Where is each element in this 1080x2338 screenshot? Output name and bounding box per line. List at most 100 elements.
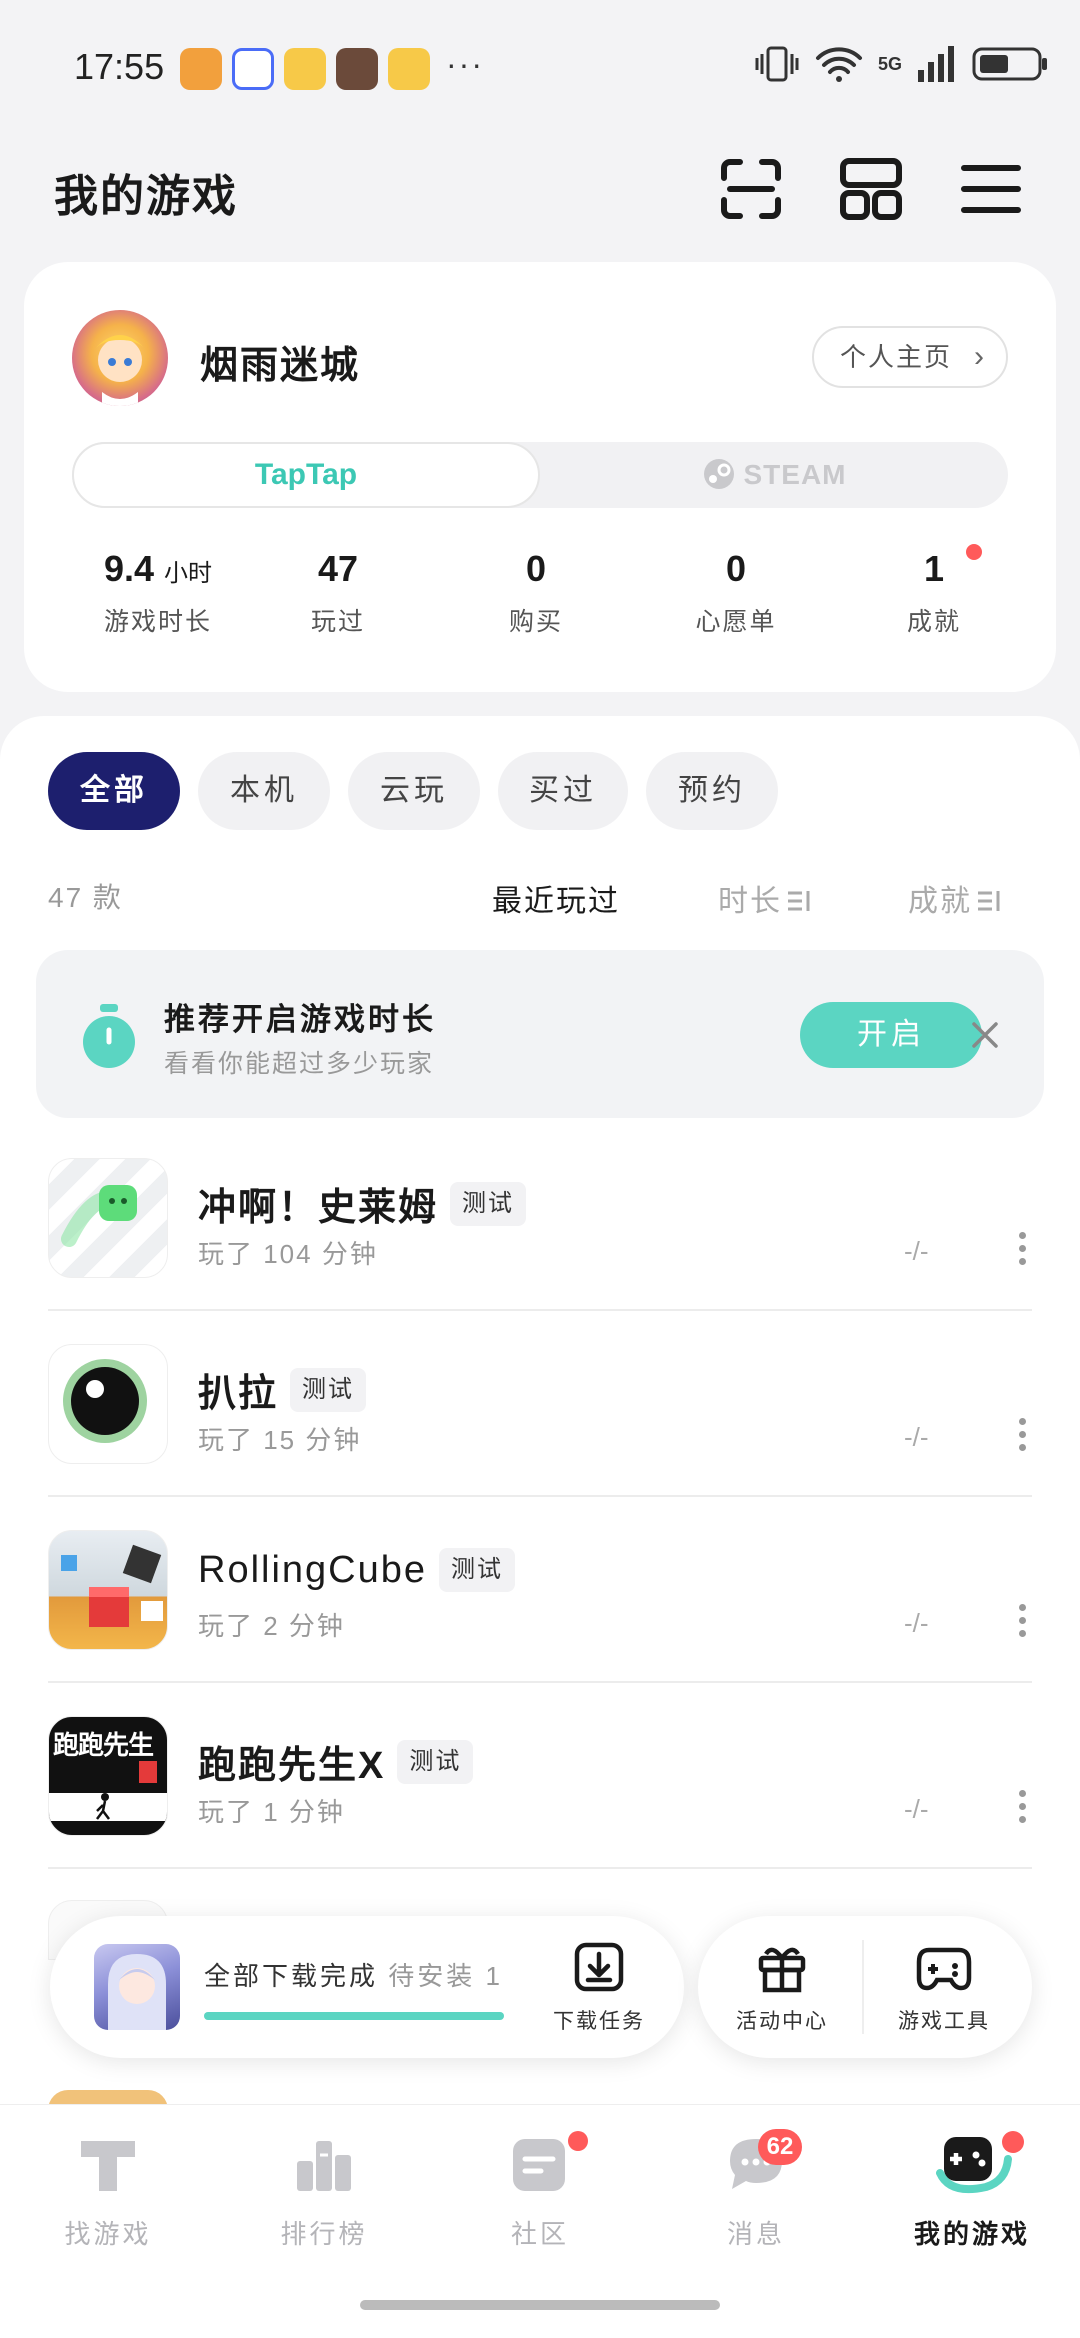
game-playtime: 玩了 2 分钟	[198, 1611, 345, 1641]
game-playtime: 玩了 1 分钟	[198, 1797, 345, 1827]
chevron-right-icon: ›	[974, 340, 986, 373]
game-playtime: 玩了 104 分钟	[198, 1239, 378, 1269]
game-name: 扒拉	[198, 1373, 279, 1415]
my-games-icon	[936, 2137, 1012, 2194]
enable-playtime-button[interactable]: 开启	[800, 1002, 982, 1068]
nav-messages[interactable]: 62 消息	[656, 2129, 856, 2251]
sort-achievement-label: 成就	[908, 885, 972, 918]
nav-rankings-label: 排行榜	[280, 2219, 368, 2249]
status-bar: 17:55 ··· 5G	[0, 0, 1080, 130]
game-icon	[48, 1158, 168, 1278]
game-row-rollingcube[interactable]: RollingCube 测试 玩了 2 分钟 -/-	[0, 1530, 1080, 1716]
username: 烟雨迷城	[200, 345, 361, 387]
stat-purchased[interactable]: 0 购买	[436, 548, 636, 638]
game-tools-button[interactable]: 游戏工具	[874, 1940, 1014, 2035]
gift-icon	[758, 1947, 806, 1993]
more-options-icon[interactable]	[1016, 1232, 1028, 1266]
more-options-icon[interactable]	[1016, 1604, 1028, 1638]
taptap-t-icon	[81, 2141, 135, 2191]
filter-reserved[interactable]: 预约	[646, 752, 778, 830]
stat-achievements[interactable]: 1 成就	[834, 548, 1034, 638]
stat-played-label: 玩过	[310, 608, 365, 636]
test-tag: 测试	[397, 1739, 474, 1784]
promo-title: 推荐开启游戏时长	[164, 1002, 436, 1037]
game-name-row: RollingCube 测试	[198, 1548, 516, 1592]
divider	[48, 1495, 1032, 1497]
stat-playtime[interactable]: 9.4 小时 游戏时长	[58, 548, 258, 638]
sort-duration-label: 时长	[718, 885, 782, 918]
sort-achievement[interactable]: 成就	[908, 876, 1002, 920]
runner-icon	[96, 1793, 110, 1820]
game-name-row: 扒拉 测试	[198, 1362, 367, 1417]
menu-icon[interactable]	[958, 156, 1024, 222]
filter-cloud[interactable]: 云玩	[348, 752, 480, 830]
tab-steam[interactable]: STEAM	[540, 442, 1008, 508]
download-pending: 待安装 1	[388, 1961, 503, 1991]
character-thumbnail	[108, 1954, 166, 2030]
tab-taptap[interactable]: TapTap	[72, 442, 540, 508]
profile-home-button[interactable]: 个人主页 ›	[811, 326, 1008, 388]
sort-recent[interactable]: 最近玩过	[492, 876, 620, 920]
divider	[48, 1309, 1032, 1311]
wifi-icon	[815, 47, 862, 82]
game-icon	[48, 1344, 168, 1464]
grid-icon[interactable]	[838, 156, 904, 222]
stat-played-value: 47	[317, 548, 359, 589]
stat-played[interactable]: 47 玩过	[238, 548, 438, 638]
cube-icon	[61, 1544, 163, 1627]
nav-my-games-label: 我的游戏	[913, 2219, 1030, 2249]
community-red-dot	[568, 2131, 588, 2151]
nav-my-games[interactable]: 我的游戏	[872, 2129, 1072, 2251]
steam-icon	[703, 459, 734, 489]
game-tools-label: 游戏工具	[898, 2010, 990, 2033]
close-icon[interactable]	[970, 1020, 1000, 1050]
page-title: 我的游戏	[54, 172, 238, 221]
stat-wishlist[interactable]: 0 心愿单	[636, 548, 836, 638]
home-indicator[interactable]	[360, 2300, 720, 2310]
promo-subtitle: 看看你能超过多少玩家	[164, 1050, 435, 1078]
download-status-pill[interactable]: 全部下载完成 待安装 1 下载任务	[50, 1916, 684, 2058]
sort-duration[interactable]: 时长	[718, 876, 812, 920]
platform-toggle: TapTap STEAM	[72, 442, 1008, 508]
filter-local[interactable]: 本机	[198, 752, 330, 830]
stat-purchased-label: 购买	[508, 608, 563, 636]
nav-community[interactable]: 社区	[440, 2129, 640, 2251]
vibrate-icon	[755, 46, 799, 82]
game-row-chongaslime[interactable]: 冲啊！史莱姆 测试 玩了 104 分钟 -/-	[0, 1158, 1080, 1344]
nav-find-games[interactable]: 找游戏	[8, 2129, 208, 2251]
battery-icon	[972, 47, 1047, 81]
avatar[interactable]	[72, 310, 168, 406]
game-icon	[48, 1530, 168, 1650]
game-row-paopao[interactable]: 跑跑先生 跑跑先生X 测试 玩了 1 分钟 -/-	[0, 1716, 1080, 1902]
divider	[48, 1867, 1032, 1869]
signal-icon	[918, 46, 954, 82]
more-options-icon[interactable]	[1016, 1790, 1028, 1824]
download-task-button[interactable]: 下载任务	[544, 1940, 654, 2035]
filter-all[interactable]: 全部	[48, 752, 180, 830]
stat-achievements-label: 成就	[906, 608, 961, 636]
tab-steam-label: STEAM	[743, 459, 847, 490]
nav-messages-label: 消息	[726, 2219, 785, 2249]
profile-card: 烟雨迷城 个人主页 › TapTap STEAM 9.4 小时 游戏时长 47 …	[24, 262, 1056, 692]
nav-rankings[interactable]: 排行榜	[224, 2129, 424, 2251]
game-name: 冲啊！史莱姆	[198, 1187, 439, 1229]
more-options-icon[interactable]	[1016, 1418, 1028, 1452]
test-tag: 测试	[290, 1367, 367, 1412]
profile-home-label: 个人主页	[839, 342, 952, 372]
game-playtime: 玩了 15 分钟	[198, 1425, 362, 1455]
download-game-thumbnail	[94, 1944, 180, 2030]
stat-wishlist-label: 心愿单	[695, 608, 777, 636]
my-games-red-dot	[1002, 2131, 1024, 2153]
scan-icon[interactable]	[718, 156, 784, 222]
game-name-row: 冲啊！史莱姆 测试	[198, 1176, 527, 1231]
game-count: 47 款	[48, 882, 123, 913]
nav-find-games-label: 找游戏	[64, 2219, 152, 2249]
stat-playtime-unit: 小时	[164, 560, 213, 587]
activity-center-button[interactable]: 活动中心	[712, 1940, 852, 2035]
activity-center-label: 活动中心	[736, 2010, 828, 2033]
download-task-label: 下载任务	[553, 2010, 645, 2033]
test-tag: 测试	[439, 1548, 516, 1592]
filter-purchased[interactable]: 买过	[498, 752, 628, 830]
game-row-bala[interactable]: 扒拉 测试 玩了 15 分钟 -/-	[0, 1344, 1080, 1530]
stat-wishlist-value: 0	[725, 548, 747, 589]
